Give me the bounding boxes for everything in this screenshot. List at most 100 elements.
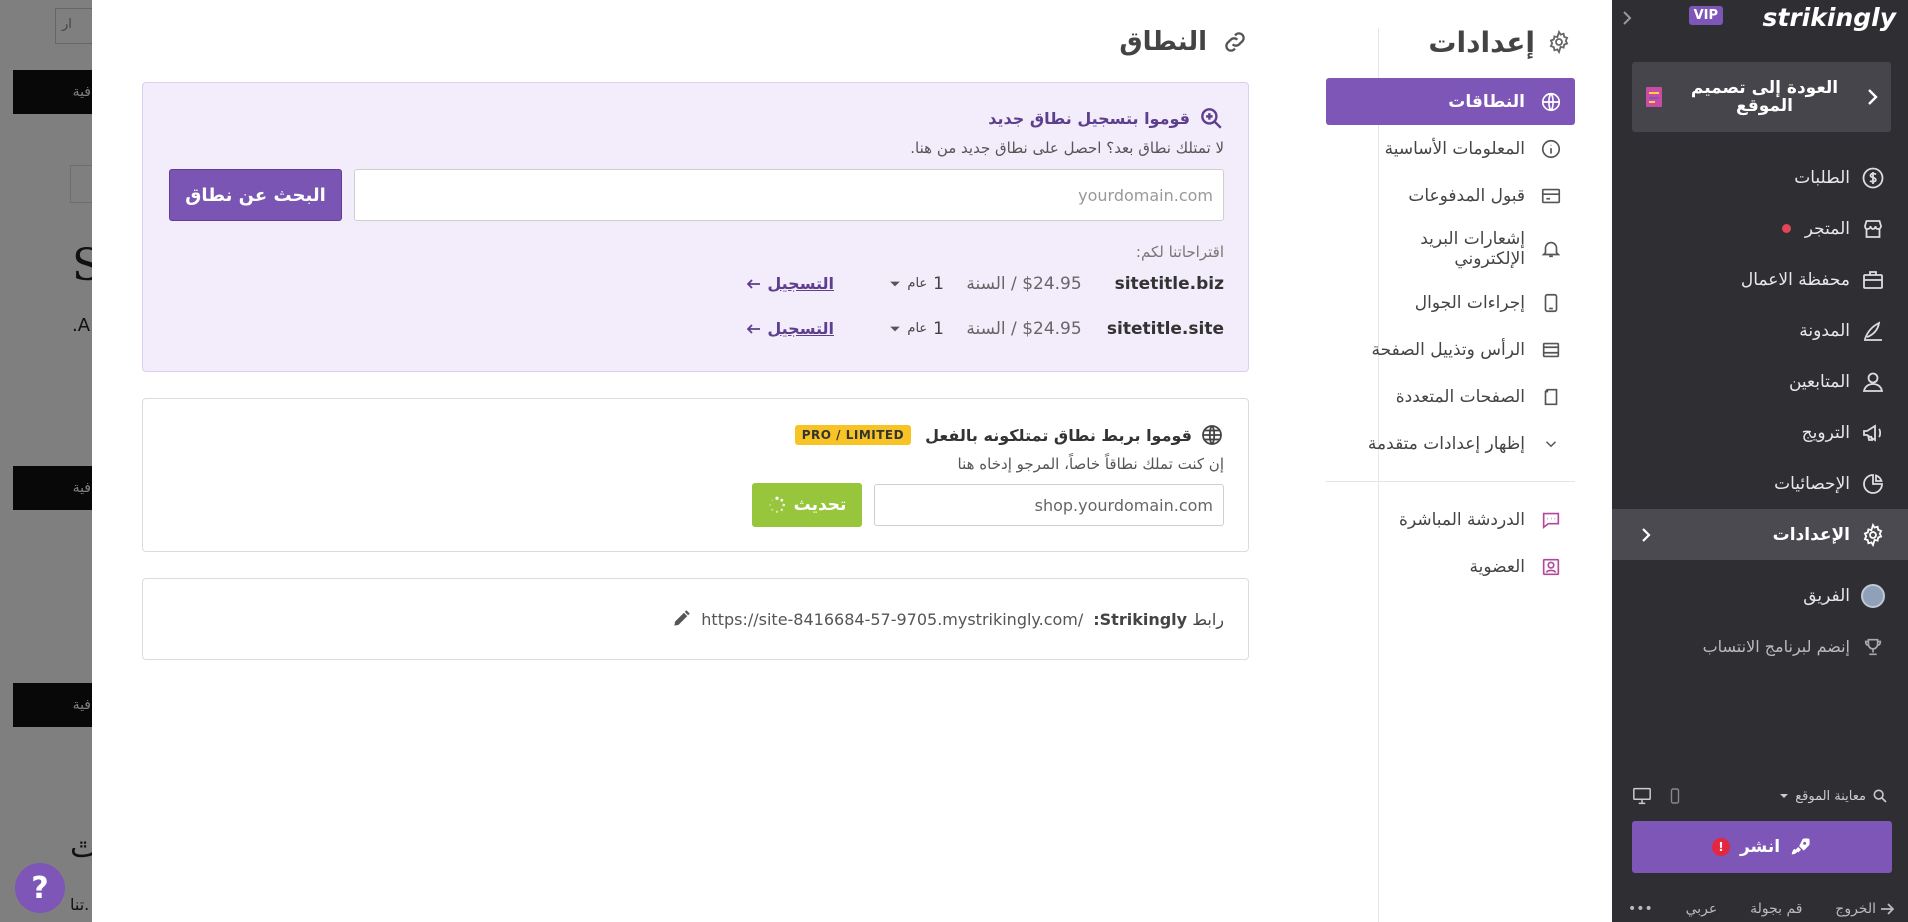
device-toggle <box>1632 787 1680 805</box>
exit-label: الخروج <box>1835 900 1876 917</box>
dollar-icon <box>1860 165 1886 191</box>
page-design-icon <box>1644 86 1664 108</box>
nav-item-label: المعلومات الأساسية <box>1384 138 1525 159</box>
editor-sidebar: strikingly VIP العودة إلى تصميم الموقع ا… <box>1612 0 1908 922</box>
publish-button[interactable]: انشر ! <box>1632 821 1892 873</box>
team-avatar-icon <box>1860 583 1886 609</box>
publish-label: انشر <box>1739 837 1781 857</box>
nav-item-domains[interactable]: النطاقات <box>1326 78 1575 125</box>
nav-item-label: قبول المدفوعات <box>1408 185 1525 206</box>
arrow-left-icon <box>747 278 761 289</box>
take-tour-link[interactable]: قم بجولة <box>1750 901 1802 917</box>
exit-link[interactable]: الخروج <box>1835 901 1894 917</box>
sidebar-item-affiliate[interactable]: إنضم لبرنامج الانتساب <box>1612 621 1908 672</box>
preview-site-label: معاينة الموقع <box>1795 788 1866 804</box>
term-select[interactable]: 1 عام <box>834 319 944 339</box>
nav-item-label: إجراءات الجوال <box>1414 292 1525 313</box>
trophy-icon <box>1860 634 1886 660</box>
bell-icon <box>1539 237 1563 261</box>
store-notification-dot <box>1781 224 1791 233</box>
register-label: التسجيل <box>767 274 834 293</box>
connect-subtext: إن كنت تملك نطاقاً خاصاً، المرجو إدخاه ه… <box>957 455 1224 473</box>
nav-item-basic-info[interactable]: المعلومات الأساسية <box>1326 125 1575 172</box>
globe-icon <box>1200 423 1224 447</box>
search-icon <box>1198 105 1224 131</box>
nav-item-email-notifications[interactable]: إشعارات البريد الإلكتروني <box>1326 219 1575 279</box>
pages-icon <box>1539 385 1563 409</box>
pie-chart-icon <box>1860 471 1886 497</box>
caret-down-icon <box>1779 791 1789 801</box>
sidebar-item-label: الترويج <box>1801 422 1850 443</box>
help-button[interactable]: ? <box>15 863 65 913</box>
url-label-brand: Strikingly: <box>1093 609 1188 629</box>
settings-title-text: إعدادات <box>1428 25 1535 59</box>
sidebar-item-followers[interactable]: المتابعين <box>1612 356 1908 407</box>
connect-heading-text: قوموا بربط نطاق تمتلكونه بالفعل <box>925 425 1192 445</box>
sidebar-item-blog[interactable]: المدونة <box>1612 305 1908 356</box>
sidebar-footer: الخروج قم بجولة عربي ••• <box>1612 895 1908 922</box>
strikingly-url: https://site-8416684-57-9705.mystrikingl… <box>701 609 1084 629</box>
nav-item-payments[interactable]: قبول المدفوعات <box>1326 172 1575 219</box>
nav-item-multiple-pages[interactable]: الصفحات المتعددة <box>1326 373 1575 420</box>
language-link[interactable]: عربي <box>1686 901 1718 917</box>
nav-item-live-chat[interactable]: الدردشة المباشرة <box>1326 496 1575 543</box>
domain-search-input[interactable]: yourdomain.com <box>354 169 1224 221</box>
nav-item-mobile-actions[interactable]: إجراءات الجوال <box>1326 279 1575 326</box>
register-label: التسجيل <box>767 319 834 338</box>
pro-badge: PRO / LIMITED <box>794 425 912 445</box>
nav-item-header-footer[interactable]: الرأس وتذييل الصفحة <box>1326 326 1575 373</box>
sidebar-item-label: إنضم لبرنامج الانتساب <box>1702 637 1850 656</box>
sidebar-item-store[interactable]: المتجر <box>1612 203 1908 254</box>
arrow-left-icon <box>1880 902 1894 915</box>
connect-row: shop.yourdomain.com تحديث <box>167 483 1224 527</box>
nav-item-label: الدردشة المباشرة <box>1399 509 1525 530</box>
mobile-icon[interactable] <box>1670 788 1680 804</box>
sidebar-item-label: الإعدادات <box>1772 524 1850 545</box>
gear-icon <box>1860 522 1886 548</box>
term-number: 1 <box>933 273 944 294</box>
nav-item-advanced-settings[interactable]: إظهار إعدادات متقدمة <box>1326 420 1575 467</box>
sidebar-item-label: المتجر <box>1804 218 1850 239</box>
suggestions-label: اقتراحاتنا لكم: <box>1135 243 1224 261</box>
sidebar-top: strikingly VIP <box>1612 0 1908 38</box>
header-footer-icon <box>1539 338 1563 362</box>
sidebar-item-orders[interactable]: الطلبات <box>1612 152 1908 203</box>
nav-item-label: العضوية <box>1469 556 1525 577</box>
sidebar-item-portfolio[interactable]: محفظة الاعمال <box>1612 254 1908 305</box>
search-domain-button[interactable]: البحث عن نطاق <box>169 169 342 221</box>
register-link[interactable]: التسجيل <box>747 274 834 293</box>
register-heading: قوموا بتسجيل نطاق جديد <box>167 105 1224 131</box>
term-select[interactable]: 1 عام <box>834 274 944 294</box>
preview-site-dropdown[interactable]: معاينة الموقع <box>1779 788 1888 804</box>
sidebar-item-settings[interactable]: الإعدادات <box>1612 509 1908 560</box>
chat-icon <box>1539 508 1563 532</box>
search-icon <box>1872 788 1888 804</box>
mobile-icon <box>1539 291 1563 315</box>
sidebar-item-analytics[interactable]: الإحصائيات <box>1612 458 1908 509</box>
domain-search-row: yourdomain.com البحث عن نطاق <box>167 169 1224 221</box>
back-to-editor-button[interactable]: العودة إلى تصميم الموقع <box>1632 62 1891 132</box>
strikingly-url-label: رابط Strikingly: <box>1093 610 1224 629</box>
suggestion-domain: sitetitle.site <box>1106 318 1224 339</box>
sidebar-item-label: المتابعين <box>1788 371 1850 392</box>
vip-badge: VIP <box>1688 6 1723 25</box>
update-button[interactable]: تحديث <box>752 483 862 527</box>
link-icon <box>1221 28 1249 56</box>
membership-icon <box>1539 555 1563 579</box>
suggestion-price: $24.95 / السنة <box>966 273 1082 294</box>
sidebar-item-team[interactable]: الفريق <box>1612 570 1908 621</box>
sidebar-item-promotion[interactable]: الترويج <box>1612 407 1908 458</box>
nav-item-label: إشعارات البريد الإلكتروني <box>1420 229 1525 269</box>
nav-item-membership[interactable]: العضوية <box>1326 543 1575 590</box>
register-link[interactable]: التسجيل <box>747 319 834 338</box>
collapse-sidebar-icon[interactable] <box>1620 8 1634 28</box>
pencil-icon[interactable] <box>671 609 691 629</box>
desktop-icon[interactable] <box>1632 787 1652 805</box>
strikingly-url-card: رابط Strikingly: https://site-8416684-57… <box>142 578 1249 660</box>
custom-domain-input[interactable]: shop.yourdomain.com <box>874 484 1224 526</box>
register-subtext: لا تمتلك نطاق بعد؟ احصل على نطاق جديد من… <box>910 139 1224 157</box>
more-menu[interactable]: ••• <box>1628 901 1653 917</box>
chevron-right-icon <box>1640 526 1652 544</box>
term-unit: عام <box>907 276 928 291</box>
